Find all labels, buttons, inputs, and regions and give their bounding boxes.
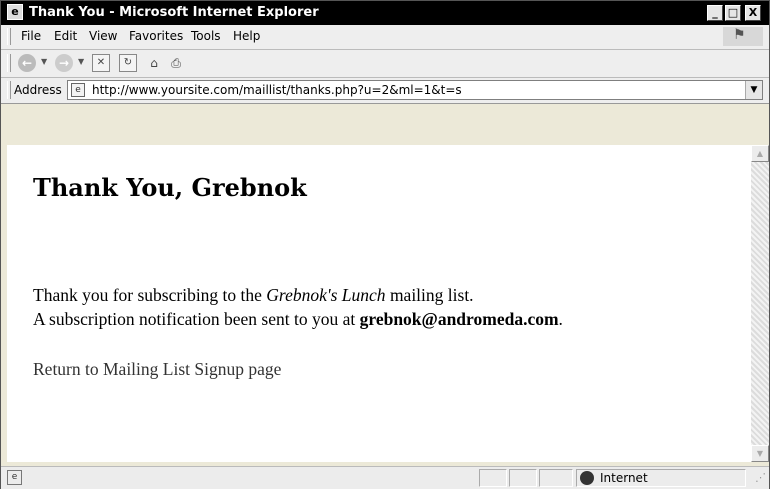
page-heading: Thank You, Grebnok xyxy=(33,173,307,202)
toolbar-grip[interactable] xyxy=(7,81,11,99)
return-link[interactable]: Return to Mailing List Signup page xyxy=(33,359,281,380)
window-title: Thank You - Microsoft Internet Explorer xyxy=(29,5,319,20)
notification-message: A subscription notification been sent to… xyxy=(33,309,563,330)
scroll-down-icon[interactable]: ▼ xyxy=(751,445,769,462)
windows-logo-icon: ⚑ xyxy=(723,27,763,46)
toolbar-grip[interactable] xyxy=(7,54,11,72)
status-pane xyxy=(539,469,573,487)
minimize-button[interactable]: _ xyxy=(707,5,723,21)
message-text: . xyxy=(558,309,563,329)
menu-tools[interactable]: Tools xyxy=(191,29,221,43)
list-name: Grebnok's Lunch xyxy=(266,285,386,305)
menu-file[interactable]: File xyxy=(21,29,41,43)
standard-toolbar: ← ▼ → ▼ ✕ ↻ ⌂ ⎙ xyxy=(1,50,769,78)
status-pane xyxy=(479,469,507,487)
address-input[interactable]: e http://www.yoursite.com/maillist/thank… xyxy=(67,80,763,100)
page-status-icon: e xyxy=(7,470,22,485)
page-icon: e xyxy=(71,83,85,97)
email-address: grebnok@andromeda.com xyxy=(359,309,559,329)
back-dropdown-icon[interactable]: ▼ xyxy=(41,57,47,66)
browser-window: e Thank You - Microsoft Internet Explore… xyxy=(0,0,770,489)
back-icon[interactable]: ← xyxy=(18,54,36,72)
message-text: A subscription notification been sent to… xyxy=(33,309,360,329)
address-dropdown-icon[interactable]: ▼ xyxy=(745,81,762,99)
title-bar: e Thank You - Microsoft Internet Explore… xyxy=(1,1,769,25)
globe-icon xyxy=(580,471,594,485)
vertical-scrollbar[interactable]: ▲ ▼ xyxy=(751,145,769,462)
toolbar-grip[interactable] xyxy=(7,28,11,45)
stop-icon[interactable]: ✕ xyxy=(92,54,110,72)
menu-bar: File Edit View Favorites Tools Help ⚑ xyxy=(1,25,769,50)
zone-label: Internet xyxy=(600,471,648,485)
menu-edit[interactable]: Edit xyxy=(54,29,77,43)
menu-favorites[interactable]: Favorites xyxy=(129,29,183,43)
print-icon[interactable]: ⎙ xyxy=(167,54,185,72)
message-text: mailing list. xyxy=(385,285,474,305)
menu-help[interactable]: Help xyxy=(233,29,260,43)
address-label: Address xyxy=(14,83,62,97)
address-bar: Address e http://www.yoursite.com/mailli… xyxy=(1,78,769,104)
maximize-button[interactable]: □ xyxy=(725,5,741,21)
menu-view[interactable]: View xyxy=(89,29,117,43)
address-url[interactable]: http://www.yoursite.com/maillist/thanks.… xyxy=(92,83,462,97)
message-text: Thank you for subscribing to the xyxy=(33,285,267,305)
forward-dropdown-icon[interactable]: ▼ xyxy=(78,57,84,66)
status-bar: e Internet ⋰ xyxy=(1,466,769,489)
ie-icon: e xyxy=(7,4,23,20)
forward-icon[interactable]: → xyxy=(55,54,73,72)
home-icon[interactable]: ⌂ xyxy=(145,54,163,72)
refresh-icon[interactable]: ↻ xyxy=(119,54,137,72)
scroll-up-icon[interactable]: ▲ xyxy=(751,145,769,162)
close-button[interactable]: X xyxy=(745,5,761,21)
status-pane xyxy=(509,469,537,487)
security-zone[interactable]: Internet xyxy=(576,469,746,487)
subscription-message: Thank you for subscribing to the Grebnok… xyxy=(33,285,474,306)
resize-grip-icon[interactable]: ⋰ xyxy=(755,471,766,484)
